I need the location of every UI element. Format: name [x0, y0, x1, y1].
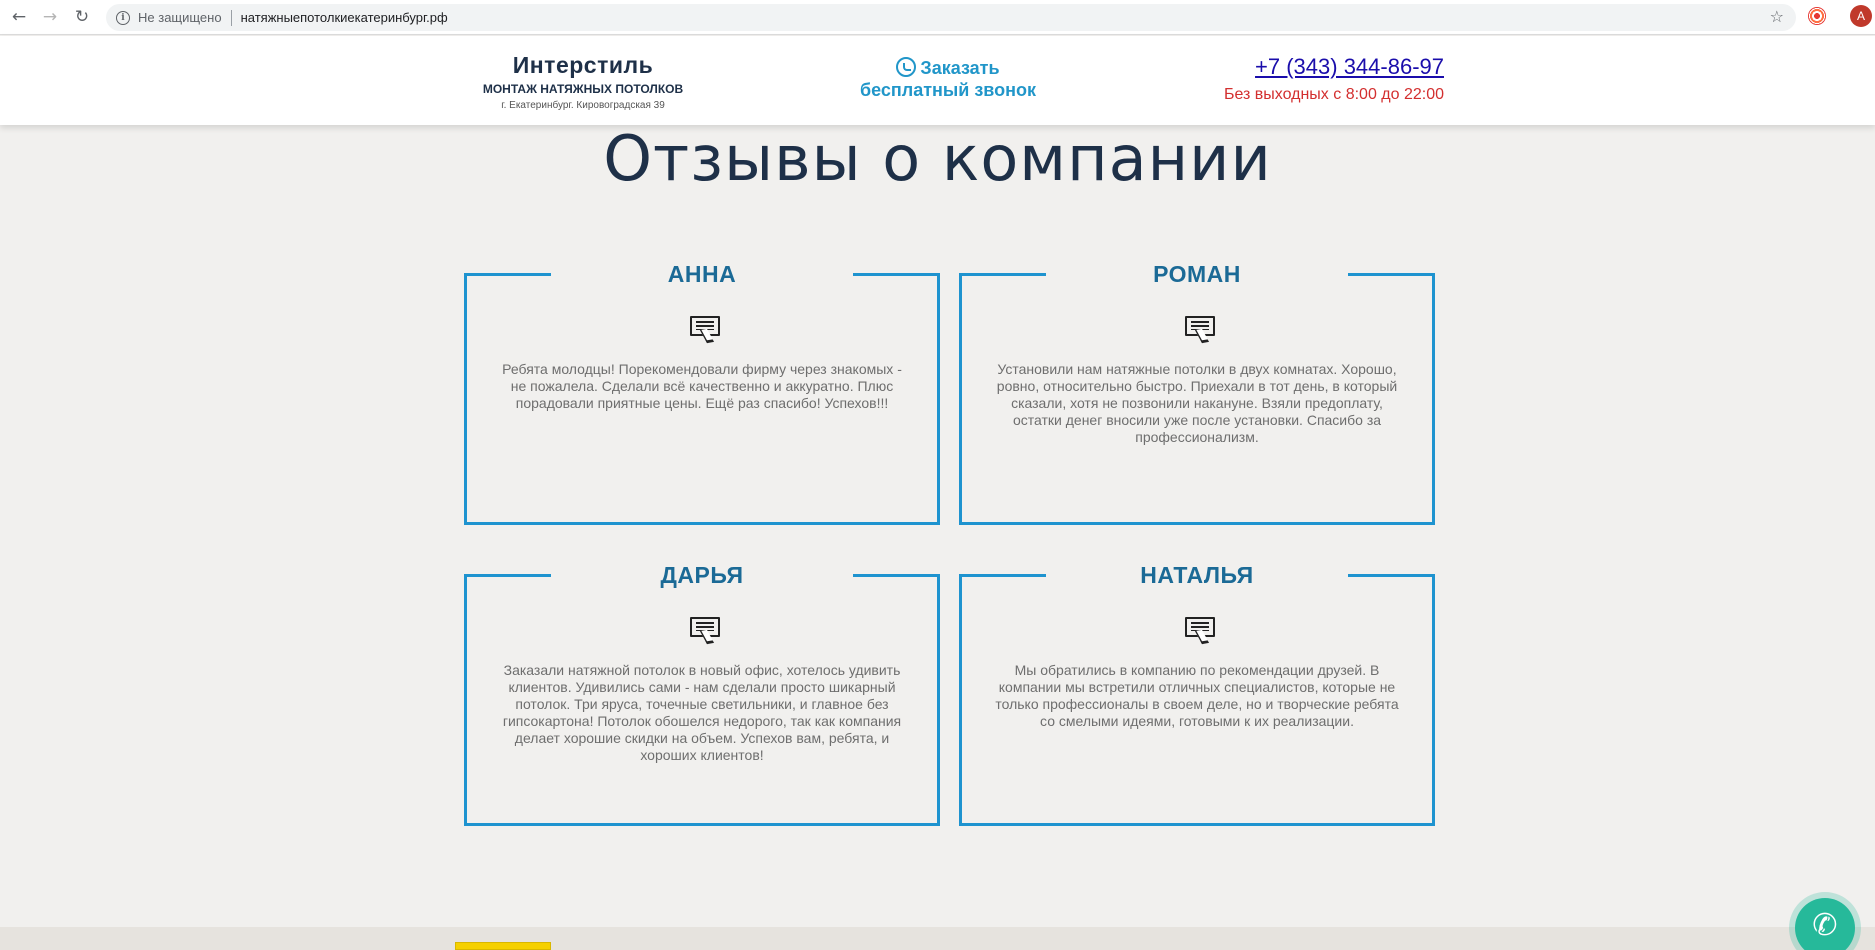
phone-icon[interactable]: ✆: [1795, 898, 1855, 950]
reviewer-name: НАТАЛЬЯ: [1140, 562, 1254, 588]
review-text: Мы обратились в компанию по рекомендации…: [995, 662, 1399, 729]
comment-icon: [1185, 617, 1215, 637]
callback-label-line1: Заказать: [920, 58, 1000, 78]
reviewer-name: ДАРЬЯ: [660, 562, 744, 588]
reviewer-name: РОМАН: [1153, 261, 1241, 287]
brand-name: Интерстиль: [512, 52, 654, 78]
comment-icon: [690, 617, 720, 637]
brand-logo[interactable]: Интерстиль МОНТАЖ НАТЯЖНЫХ ПОТОЛКОВ г. Е…: [473, 52, 693, 111]
review-card: НАТАЛЬЯ Мы обратились в компанию по реко…: [959, 562, 1435, 826]
reviewer-name: АННА: [667, 261, 737, 287]
omnibox-divider: [230, 9, 232, 26]
yellow-button-edge[interactable]: [455, 942, 551, 950]
contact-block: +7 (343) 344-86-97 Без выходных с 8:00 д…: [1218, 54, 1444, 104]
browser-toolbar: ← → ↻ i Не защищено натяжныепотолкиекате…: [0, 0, 1875, 35]
review-card: ДАРЬЯ Заказали натяжной потолок в новый …: [464, 562, 940, 826]
avatar[interactable]: A: [1850, 5, 1872, 27]
review-text: Заказали натяжной потолок в новый офис, …: [502, 662, 902, 763]
star-icon[interactable]: ☆: [1770, 7, 1784, 26]
review-text: Ребята молодцы! Порекомендовали фирму че…: [502, 361, 902, 411]
url-text[interactable]: натяжныепотолкиекатеринбург.рф: [241, 10, 448, 25]
extension-icon[interactable]: [1808, 7, 1826, 25]
callback-button[interactable]: Заказать бесплатный звонок: [855, 57, 1041, 101]
review-card: РОМАН Установили нам натяжные потолки в …: [959, 261, 1435, 525]
site-header: Интерстиль МОНТАЖ НАТЯЖНЫХ ПОТОЛКОВ г. Е…: [0, 36, 1875, 125]
review-card: АННА Ребята молодцы! Порекомендовали фир…: [464, 261, 940, 525]
review-text: Установили нам натяжные потолки в двух к…: [996, 361, 1398, 445]
reload-icon[interactable]: ↻: [71, 6, 93, 28]
whatsapp-icon: [896, 57, 917, 77]
brand-address: г. Екатеринбург. Кировоградская 39: [501, 100, 665, 111]
work-hours: Без выходных с 8:00 до 22:00: [1223, 86, 1444, 103]
brand-tagline: МОНТАЖ НАТЯЖНЫХ ПОТОЛКОВ: [482, 82, 684, 96]
comment-icon: [1185, 316, 1215, 336]
page-title: Отзывы о компании: [603, 122, 1272, 195]
address-bar[interactable]: i Не защищено натяжныепотолкиекатеринбур…: [106, 4, 1796, 31]
back-arrow-icon[interactable]: ←: [8, 6, 30, 28]
info-icon[interactable]: i: [116, 10, 130, 25]
comment-icon: [690, 316, 720, 336]
forward-arrow-icon[interactable]: →: [39, 6, 61, 28]
footer-section-edge: [0, 927, 1875, 950]
phone-link[interactable]: +7 (343) 344-86-97: [1255, 54, 1444, 79]
callback-label-line2: бесплатный звонок: [860, 80, 1036, 100]
security-label[interactable]: Не защищено: [138, 10, 222, 25]
